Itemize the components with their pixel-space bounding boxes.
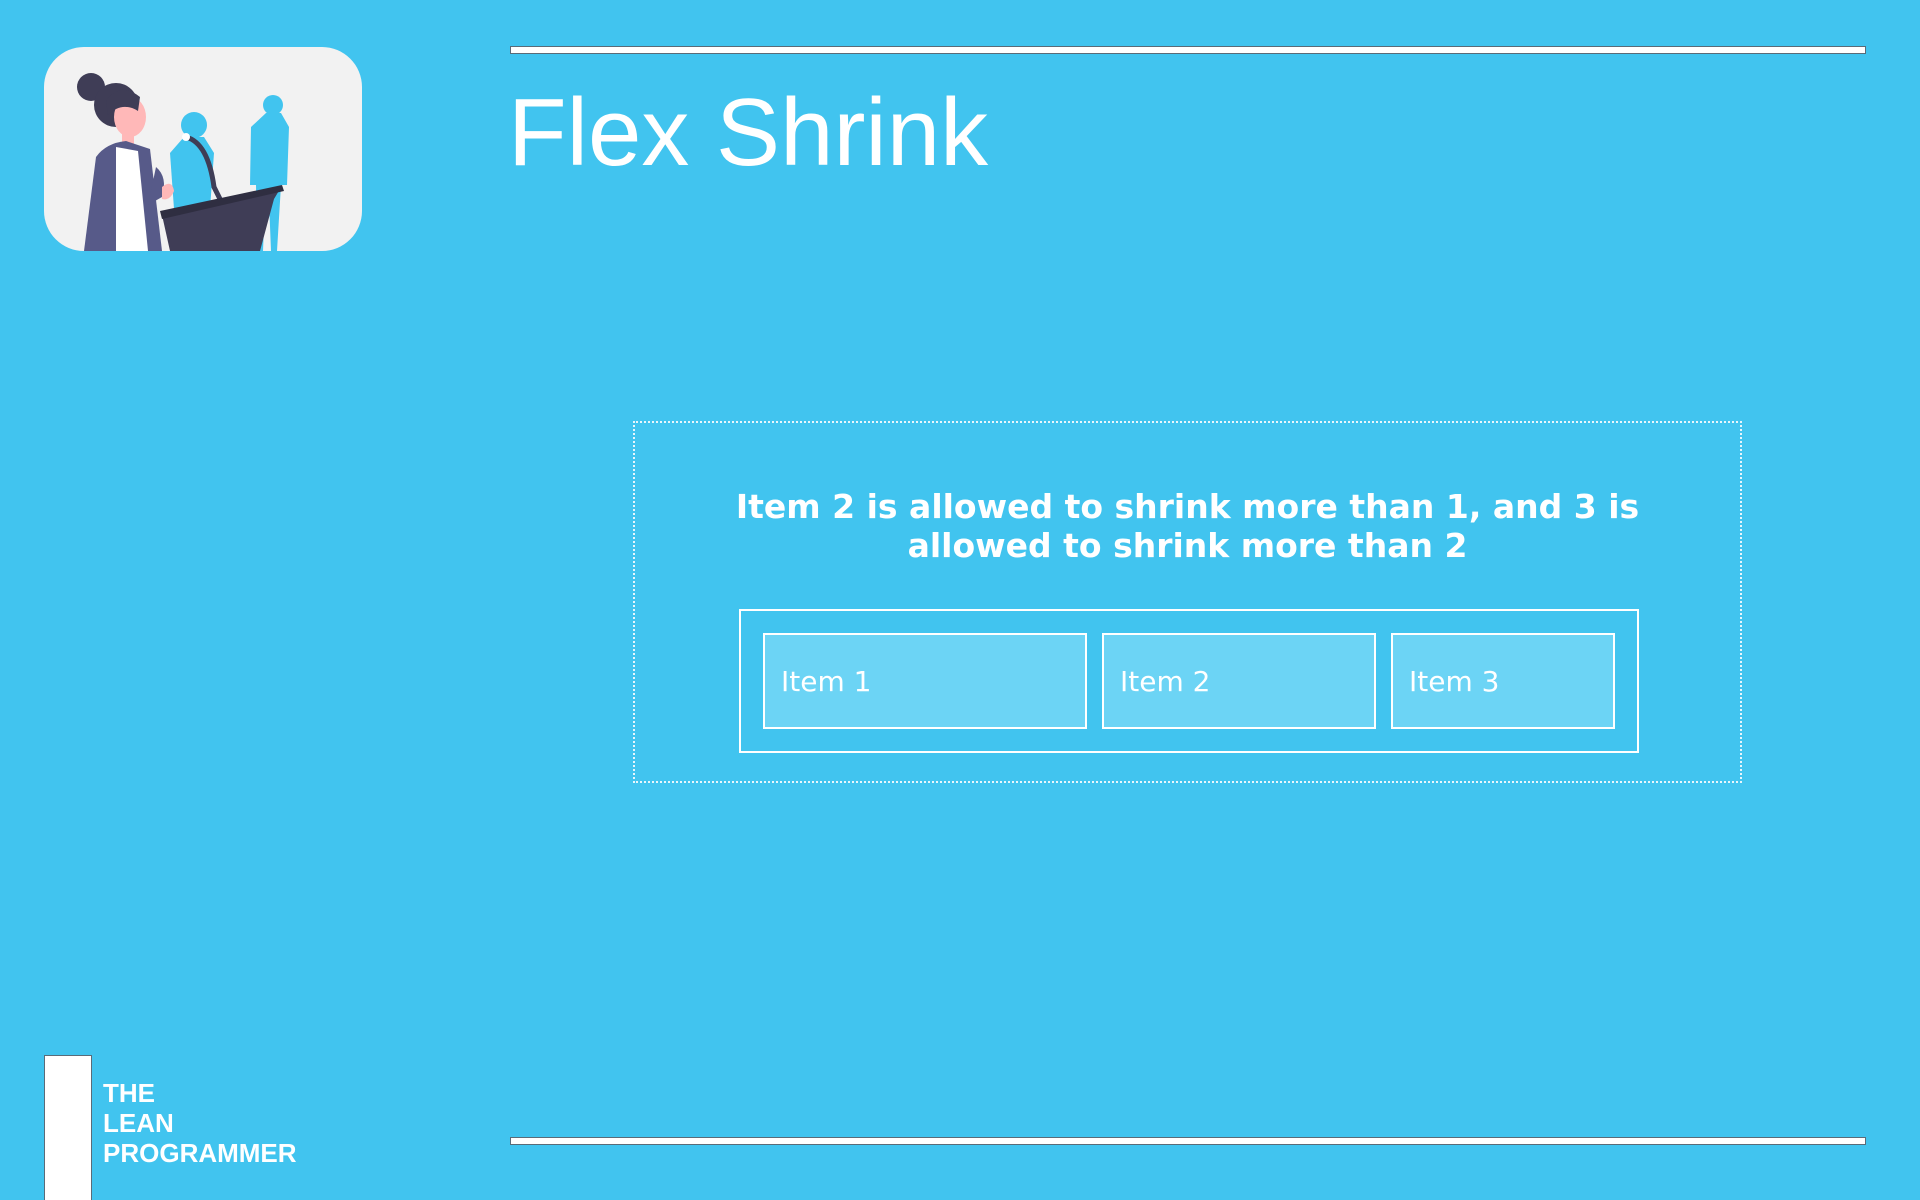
presenter-illustration-graphic (77, 73, 289, 251)
brand-line-1: THE (103, 1078, 155, 1108)
flex-item-1: Item 1 (763, 633, 1087, 729)
brand-logo-text: THE LEAN PROGRAMMER (103, 1078, 297, 1168)
flex-item-3: Item 3 (1391, 633, 1615, 729)
brand-line-2: LEAN (103, 1108, 174, 1138)
brand-bar (44, 1055, 92, 1200)
demo-caption: Item 2 is allowed to shrink more than 1,… (735, 487, 1640, 565)
flex-item-2: Item 2 (1102, 633, 1376, 729)
top-divider (510, 46, 1866, 54)
page-title: Flex Shrink (508, 79, 989, 186)
flex-container: Item 1 Item 2 Item 3 (739, 609, 1639, 753)
brand-line-3: PROGRAMMER (103, 1138, 297, 1168)
demo-frame: Item 2 is allowed to shrink more than 1,… (633, 421, 1742, 783)
bottom-divider (510, 1137, 1866, 1145)
presenter-illustration (44, 47, 362, 251)
